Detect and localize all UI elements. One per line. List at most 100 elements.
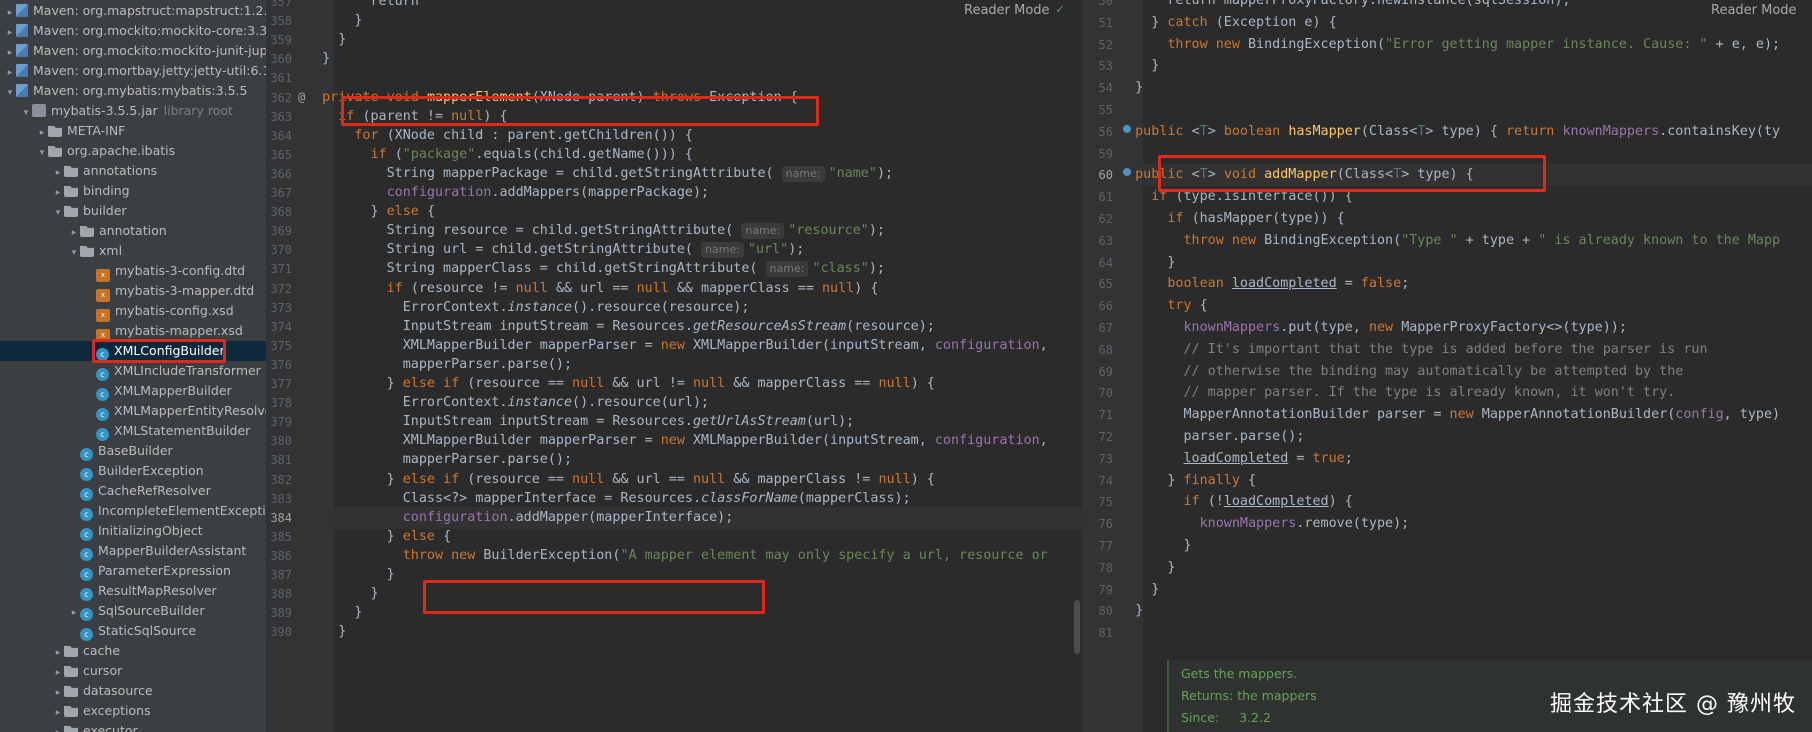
tree-item[interactable]: ▾ xml xyxy=(0,241,266,261)
tree-item[interactable]: x mybatis-3-mapper.dtd xyxy=(0,281,266,302)
editor-mapperregistry[interactable]: Reader Mode 50 return mapperProxyFactory… xyxy=(1082,0,1812,732)
code-line[interactable]: } xyxy=(1119,252,1175,274)
code-line[interactable]: throw new BindingException("Error gettin… xyxy=(1119,34,1780,56)
code-line[interactable]: } xyxy=(1119,600,1143,622)
tree-item[interactable]: x mybatis-config.xsd xyxy=(0,301,266,322)
tree-item[interactable]: c ResultMapResolver xyxy=(0,581,266,601)
code-line[interactable]: } xyxy=(306,621,346,643)
code-line[interactable]: return mapperProxyFactory.newInstance(sq… xyxy=(1119,0,1570,12)
tree-item[interactable]: ▾ mybatis-3.5.5.jar library root xyxy=(0,101,266,121)
tree-item[interactable]: c InitializingObject xyxy=(0,521,266,541)
tree-item[interactable]: c XMLMapperBuilder xyxy=(0,381,266,401)
tree-item[interactable]: c MapperBuilderAssistant xyxy=(0,541,266,561)
chevron-right-icon[interactable]: ▸ xyxy=(52,643,64,663)
tree-item[interactable]: ▸ binding xyxy=(0,181,266,201)
chevron-right-icon[interactable]: ▸ xyxy=(52,663,64,683)
annotation-marker-icon[interactable]: @ xyxy=(298,90,305,104)
tree-item[interactable]: ▸ cursor xyxy=(0,661,266,681)
tree-item[interactable]: ▸ c SqlSourceBuilder xyxy=(0,601,266,621)
chevron-down-icon[interactable]: ▾ xyxy=(36,143,48,163)
tree-item[interactable]: ▸ annotations xyxy=(0,161,266,181)
tree-item[interactable]: ▸ Maven: org.mortbay.jetty:jetty-util:6.1… xyxy=(0,61,266,81)
tree-item[interactable]: ▸ Maven: org.mockito:mockito-core:3.3.3 xyxy=(0,21,266,41)
reader-mode-button[interactable]: Reader Mode xyxy=(964,3,1050,18)
chevron-right-icon[interactable]: ▸ xyxy=(52,703,64,723)
chevron-right-icon[interactable]: ▸ xyxy=(68,223,80,243)
tree-item[interactable]: ▸ datasource xyxy=(0,681,266,701)
code-line[interactable]: } finally { xyxy=(1119,470,1256,492)
chevron-down-icon[interactable]: ▾ xyxy=(4,83,16,103)
code-line[interactable]: throw new BindingException("Type " + typ… xyxy=(1119,230,1781,252)
chevron-down-icon[interactable]: ▾ xyxy=(52,203,64,223)
code-token: "resource" xyxy=(788,223,869,239)
code-token: XMLMapperBuilder(inputStream, xyxy=(692,433,935,449)
tree-item[interactable]: c XMLMapperEntityResolver xyxy=(0,401,266,421)
chevron-right-icon[interactable]: ▸ xyxy=(4,63,16,83)
code-line[interactable]: } xyxy=(1119,55,1159,77)
chevron-right-icon[interactable]: ▸ xyxy=(4,3,16,23)
tree-item[interactable]: c ParameterExpression xyxy=(0,561,266,581)
chevron-right-icon[interactable]: ▸ xyxy=(52,163,64,183)
tree-item[interactable]: c CacheRefResolver xyxy=(0,481,266,501)
tree-item[interactable]: ▸ META-INF xyxy=(0,121,266,141)
scrollbar-thumb[interactable] xyxy=(1074,600,1080,654)
code-line[interactable]: knownMappers.put(type, new MapperProxyFa… xyxy=(1119,317,1627,339)
tree-item[interactable]: ▸ executor xyxy=(0,721,266,732)
tree-item[interactable]: ▸ Maven: org.mockito:mockito-junit-jupite xyxy=(0,41,266,61)
code-line[interactable]: // otherwise the binding may automatical… xyxy=(1119,361,1684,383)
code-line[interactable]: MapperAnnotationBuilder parser = new Map… xyxy=(1119,404,1780,426)
highlight-box xyxy=(92,339,226,363)
chevron-right-icon[interactable]: ▸ xyxy=(52,683,64,703)
code-line[interactable]: // It's important that the type is added… xyxy=(1119,339,1708,361)
tree-item[interactable]: ▾ builder xyxy=(0,201,266,221)
tree-item[interactable]: ▾ Maven: org.mybatis:mybatis:3.5.5 xyxy=(0,81,266,101)
code-line[interactable]: boolean loadCompleted = false; xyxy=(1119,273,1409,295)
code-line[interactable]: public <T> boolean hasMapper(Class<T> ty… xyxy=(1119,121,1780,143)
chevron-right-icon[interactable]: ▸ xyxy=(36,123,48,143)
code-line[interactable]: if (hasMapper(type)) { xyxy=(1119,208,1344,230)
chevron-right-icon[interactable]: ▸ xyxy=(4,23,16,43)
chevron-right-icon[interactable]: ▸ xyxy=(4,43,16,63)
tree-item[interactable]: ▸ exceptions xyxy=(0,701,266,721)
tree-item[interactable]: c StaticSqlSource xyxy=(0,621,266,641)
code-line[interactable]: loadCompleted = true; xyxy=(1119,448,1353,470)
chevron-right-icon[interactable]: ▸ xyxy=(68,603,80,623)
chevron-right-icon[interactable]: ▸ xyxy=(52,183,64,203)
reader-mode-button[interactable]: Reader Mode xyxy=(1711,3,1797,18)
code-line[interactable]: try { xyxy=(1119,295,1207,317)
tree-item[interactable]: c BaseBuilder xyxy=(0,441,266,461)
code-line[interactable]: } catch (Exception e) { xyxy=(1119,12,1336,34)
chevron-down-icon[interactable]: ▾ xyxy=(20,103,32,123)
tree-item[interactable]: c BuilderException xyxy=(0,461,266,481)
tree-item[interactable]: ▸ annotation xyxy=(0,221,266,241)
implementation-marker-icon[interactable] xyxy=(1123,168,1131,176)
folder-icon xyxy=(64,205,78,217)
code-line[interactable]: parser.parse(); xyxy=(1119,426,1304,448)
tree-item[interactable]: c XMLIncludeTransformer xyxy=(0,361,266,381)
tree-item[interactable]: x mybatis-mapper.xsd xyxy=(0,321,266,342)
implementation-marker-icon[interactable] xyxy=(1123,125,1131,133)
tree-item[interactable]: c IncompleteElementException xyxy=(0,501,266,521)
tree-item[interactable]: ▾ org.apache.ibatis xyxy=(0,141,266,161)
code-line[interactable]: if (!loadCompleted) { xyxy=(1119,491,1353,513)
code-token: "class" xyxy=(812,261,869,277)
code-line[interactable]: } xyxy=(1119,557,1175,579)
tree-item[interactable]: ▸ cache xyxy=(0,641,266,661)
code-line[interactable]: throw new BuilderException("A mapper ele… xyxy=(306,545,1048,567)
chevron-right-icon[interactable]: ▸ xyxy=(52,723,64,732)
line-number: 50 xyxy=(1098,0,1113,8)
tree-item[interactable]: c XMLStatementBuilder xyxy=(0,421,266,441)
code-line[interactable]: // mapper parser. If the type is already… xyxy=(1119,382,1676,404)
inspection-ok-icon[interactable]: ✓ xyxy=(1056,2,1064,17)
code-token: "A mapper element may only specify a url… xyxy=(620,547,1048,563)
code-line[interactable]: } xyxy=(1119,535,1191,557)
code-line[interactable]: } xyxy=(306,48,330,70)
code-line[interactable]: } xyxy=(1119,579,1159,601)
code-line[interactable]: knownMappers.remove(type); xyxy=(1119,513,1410,535)
editor-xmlconfigbuilder[interactable]: Reader Mode ✓ 357 return 358 } 359 } 360 }… xyxy=(266,0,1082,732)
tree-item[interactable]: x mybatis-3-config.dtd xyxy=(0,261,266,282)
tree-item[interactable]: ▸ Maven: org.mapstruct:mapstruct:1.2.0.Fi xyxy=(0,1,266,21)
code-line[interactable]: } xyxy=(1119,77,1143,99)
chevron-down-icon[interactable]: ▾ xyxy=(68,243,80,263)
